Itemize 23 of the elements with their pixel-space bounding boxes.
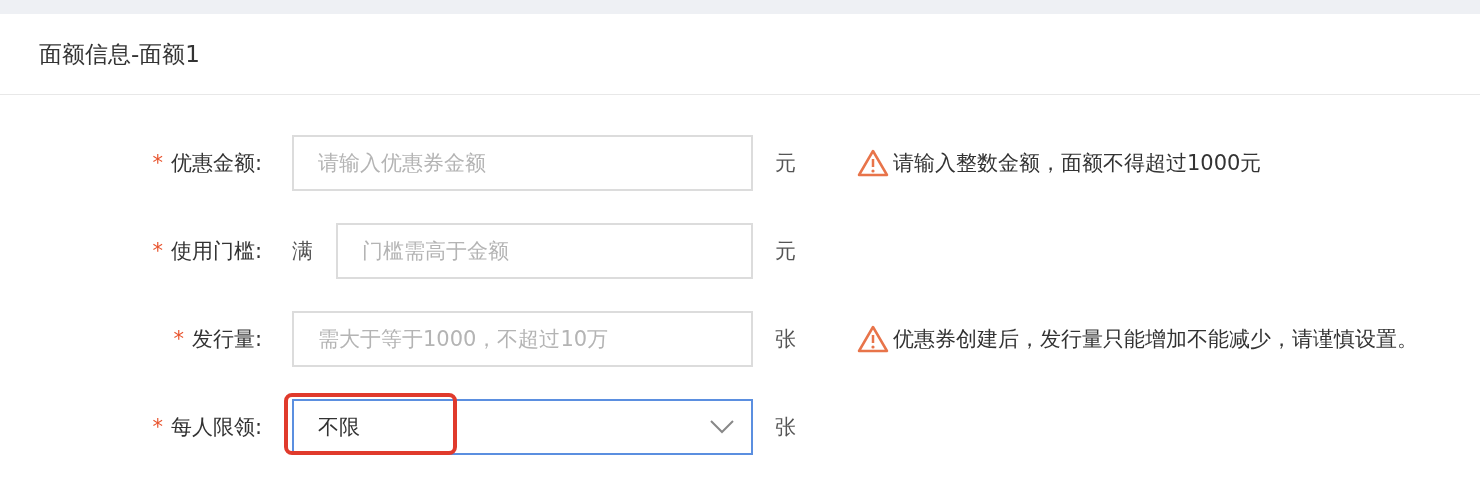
text-field[interactable]: 门槛需高于金额 xyxy=(336,223,753,279)
unit-label: 张 xyxy=(775,414,797,441)
dropdown-field[interactable]: 不限 xyxy=(292,399,753,455)
required-asterisk: * xyxy=(173,327,184,351)
text-field[interactable]: 请输入优惠券金额 xyxy=(292,135,753,191)
warning-icon xyxy=(857,324,889,354)
prefix-label: 满 xyxy=(292,238,314,265)
field-label: 每人限领: xyxy=(170,414,262,441)
unit-label: 张 xyxy=(775,326,797,353)
field-label: 优惠金额: xyxy=(170,150,262,177)
text-field[interactable]: 需大于等于1000，不超过10万 xyxy=(292,311,753,367)
unit-label: 元 xyxy=(775,238,797,265)
field-label: 发行量: xyxy=(191,326,262,353)
unit-label: 元 xyxy=(775,150,797,177)
chevron-down-icon xyxy=(709,419,735,435)
section-title: 面额信息-面额1 xyxy=(39,39,200,69)
warning-text: 优惠券创建后，发行量只能增加不能减少，请谨慎设置。 xyxy=(893,326,1418,353)
required-asterisk: * xyxy=(152,239,163,263)
field-label: 使用门槛: xyxy=(170,238,262,265)
warning-text: 请输入整数金额，面额不得超过1000元 xyxy=(893,150,1262,177)
warning-icon xyxy=(857,148,889,178)
required-asterisk: * xyxy=(152,415,163,439)
required-asterisk: * xyxy=(152,151,163,175)
